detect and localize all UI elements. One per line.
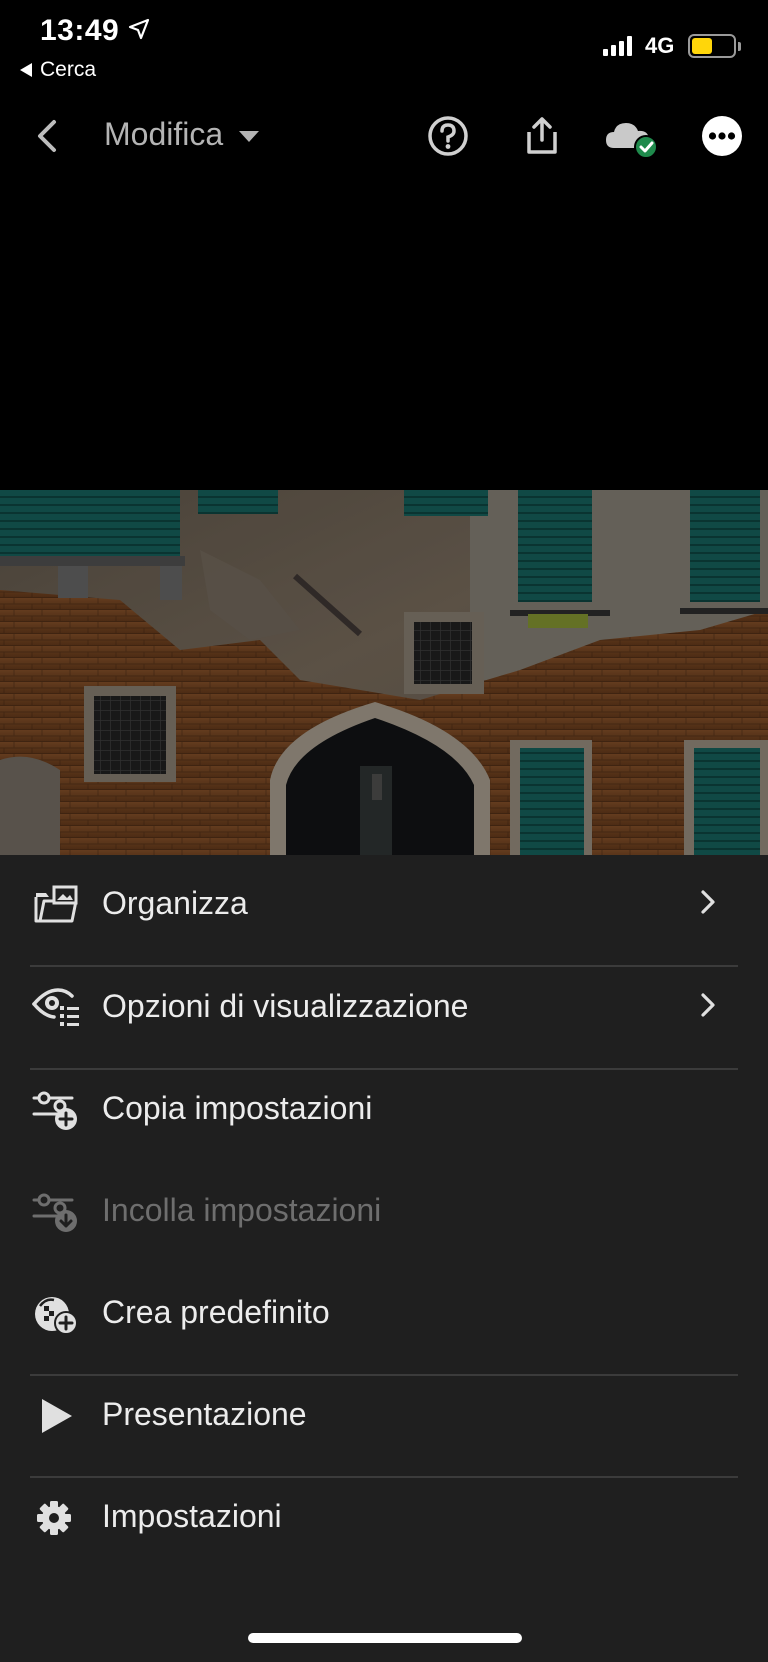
menu-item-label: Incolla impostazioni: [102, 1192, 382, 1228]
paste-settings-icon: [32, 1193, 77, 1232]
battery-icon: [688, 34, 736, 58]
more-icon[interactable]: [700, 114, 744, 158]
back-icon[interactable]: [30, 114, 66, 158]
cellular-signal-icon: [603, 36, 632, 56]
home-indicator[interactable]: [248, 1633, 522, 1643]
menu-item-label: Copia impostazioni: [102, 1090, 373, 1126]
help-icon[interactable]: [426, 114, 470, 158]
photo-image: [0, 490, 768, 855]
network-type: 4G: [645, 33, 675, 58]
chevron-right-icon: [701, 993, 715, 1017]
create-preset-icon: [35, 1297, 78, 1335]
options-menu: Organizza Opzioni di visualizzazione Cop…: [0, 855, 768, 1662]
menu-item-incolla-impostazioni: Incolla impostazioni: [0, 1162, 768, 1262]
menu-item-label: Impostazioni: [102, 1498, 282, 1534]
menu-item-organizza[interactable]: Organizza: [0, 855, 768, 955]
status-time: 13:49: [40, 14, 120, 47]
gear-icon: [37, 1501, 71, 1535]
menu-item-opzioni-visualizzazione[interactable]: Opzioni di visualizzazione: [0, 958, 768, 1058]
share-icon[interactable]: [520, 114, 564, 158]
menu-item-label: Presentazione: [102, 1396, 307, 1432]
copy-settings-icon: [32, 1091, 77, 1130]
battery-nub: [738, 42, 741, 51]
back-to-app[interactable]: Cerca: [20, 58, 96, 82]
cloud-synced-icon[interactable]: [604, 114, 660, 158]
menu-item-label: Opzioni di visualizzazione: [102, 988, 469, 1024]
play-icon: [42, 1399, 72, 1433]
back-app-label: Cerca: [40, 58, 97, 81]
menu-item-crea-predefinito[interactable]: Crea predefinito: [0, 1264, 768, 1364]
chevron-right-icon: [701, 890, 715, 914]
photo-preview[interactable]: [0, 490, 768, 855]
battery-level: [692, 38, 712, 54]
view-options-icon: [32, 988, 79, 1026]
menu-item-presentazione[interactable]: Presentazione: [0, 1366, 768, 1466]
mode-title: Modifica: [104, 116, 224, 152]
top-toolbar: Modifica: [0, 100, 768, 172]
folder-photos-icon: [34, 885, 78, 923]
chevron-down-icon: [239, 131, 260, 142]
mode-dropdown[interactable]: Modifica: [104, 116, 260, 153]
menu-item-label: Crea predefinito: [102, 1294, 330, 1330]
back-triangle-icon: [20, 63, 32, 77]
menu-item-copia-impostazioni[interactable]: Copia impostazioni: [0, 1060, 768, 1160]
menu-item-impostazioni[interactable]: Impostazioni: [0, 1468, 768, 1568]
location-arrow-icon: [128, 18, 150, 40]
status-bar: 13:49 Cerca 4G: [0, 0, 768, 90]
menu-item-label: Organizza: [102, 885, 248, 921]
